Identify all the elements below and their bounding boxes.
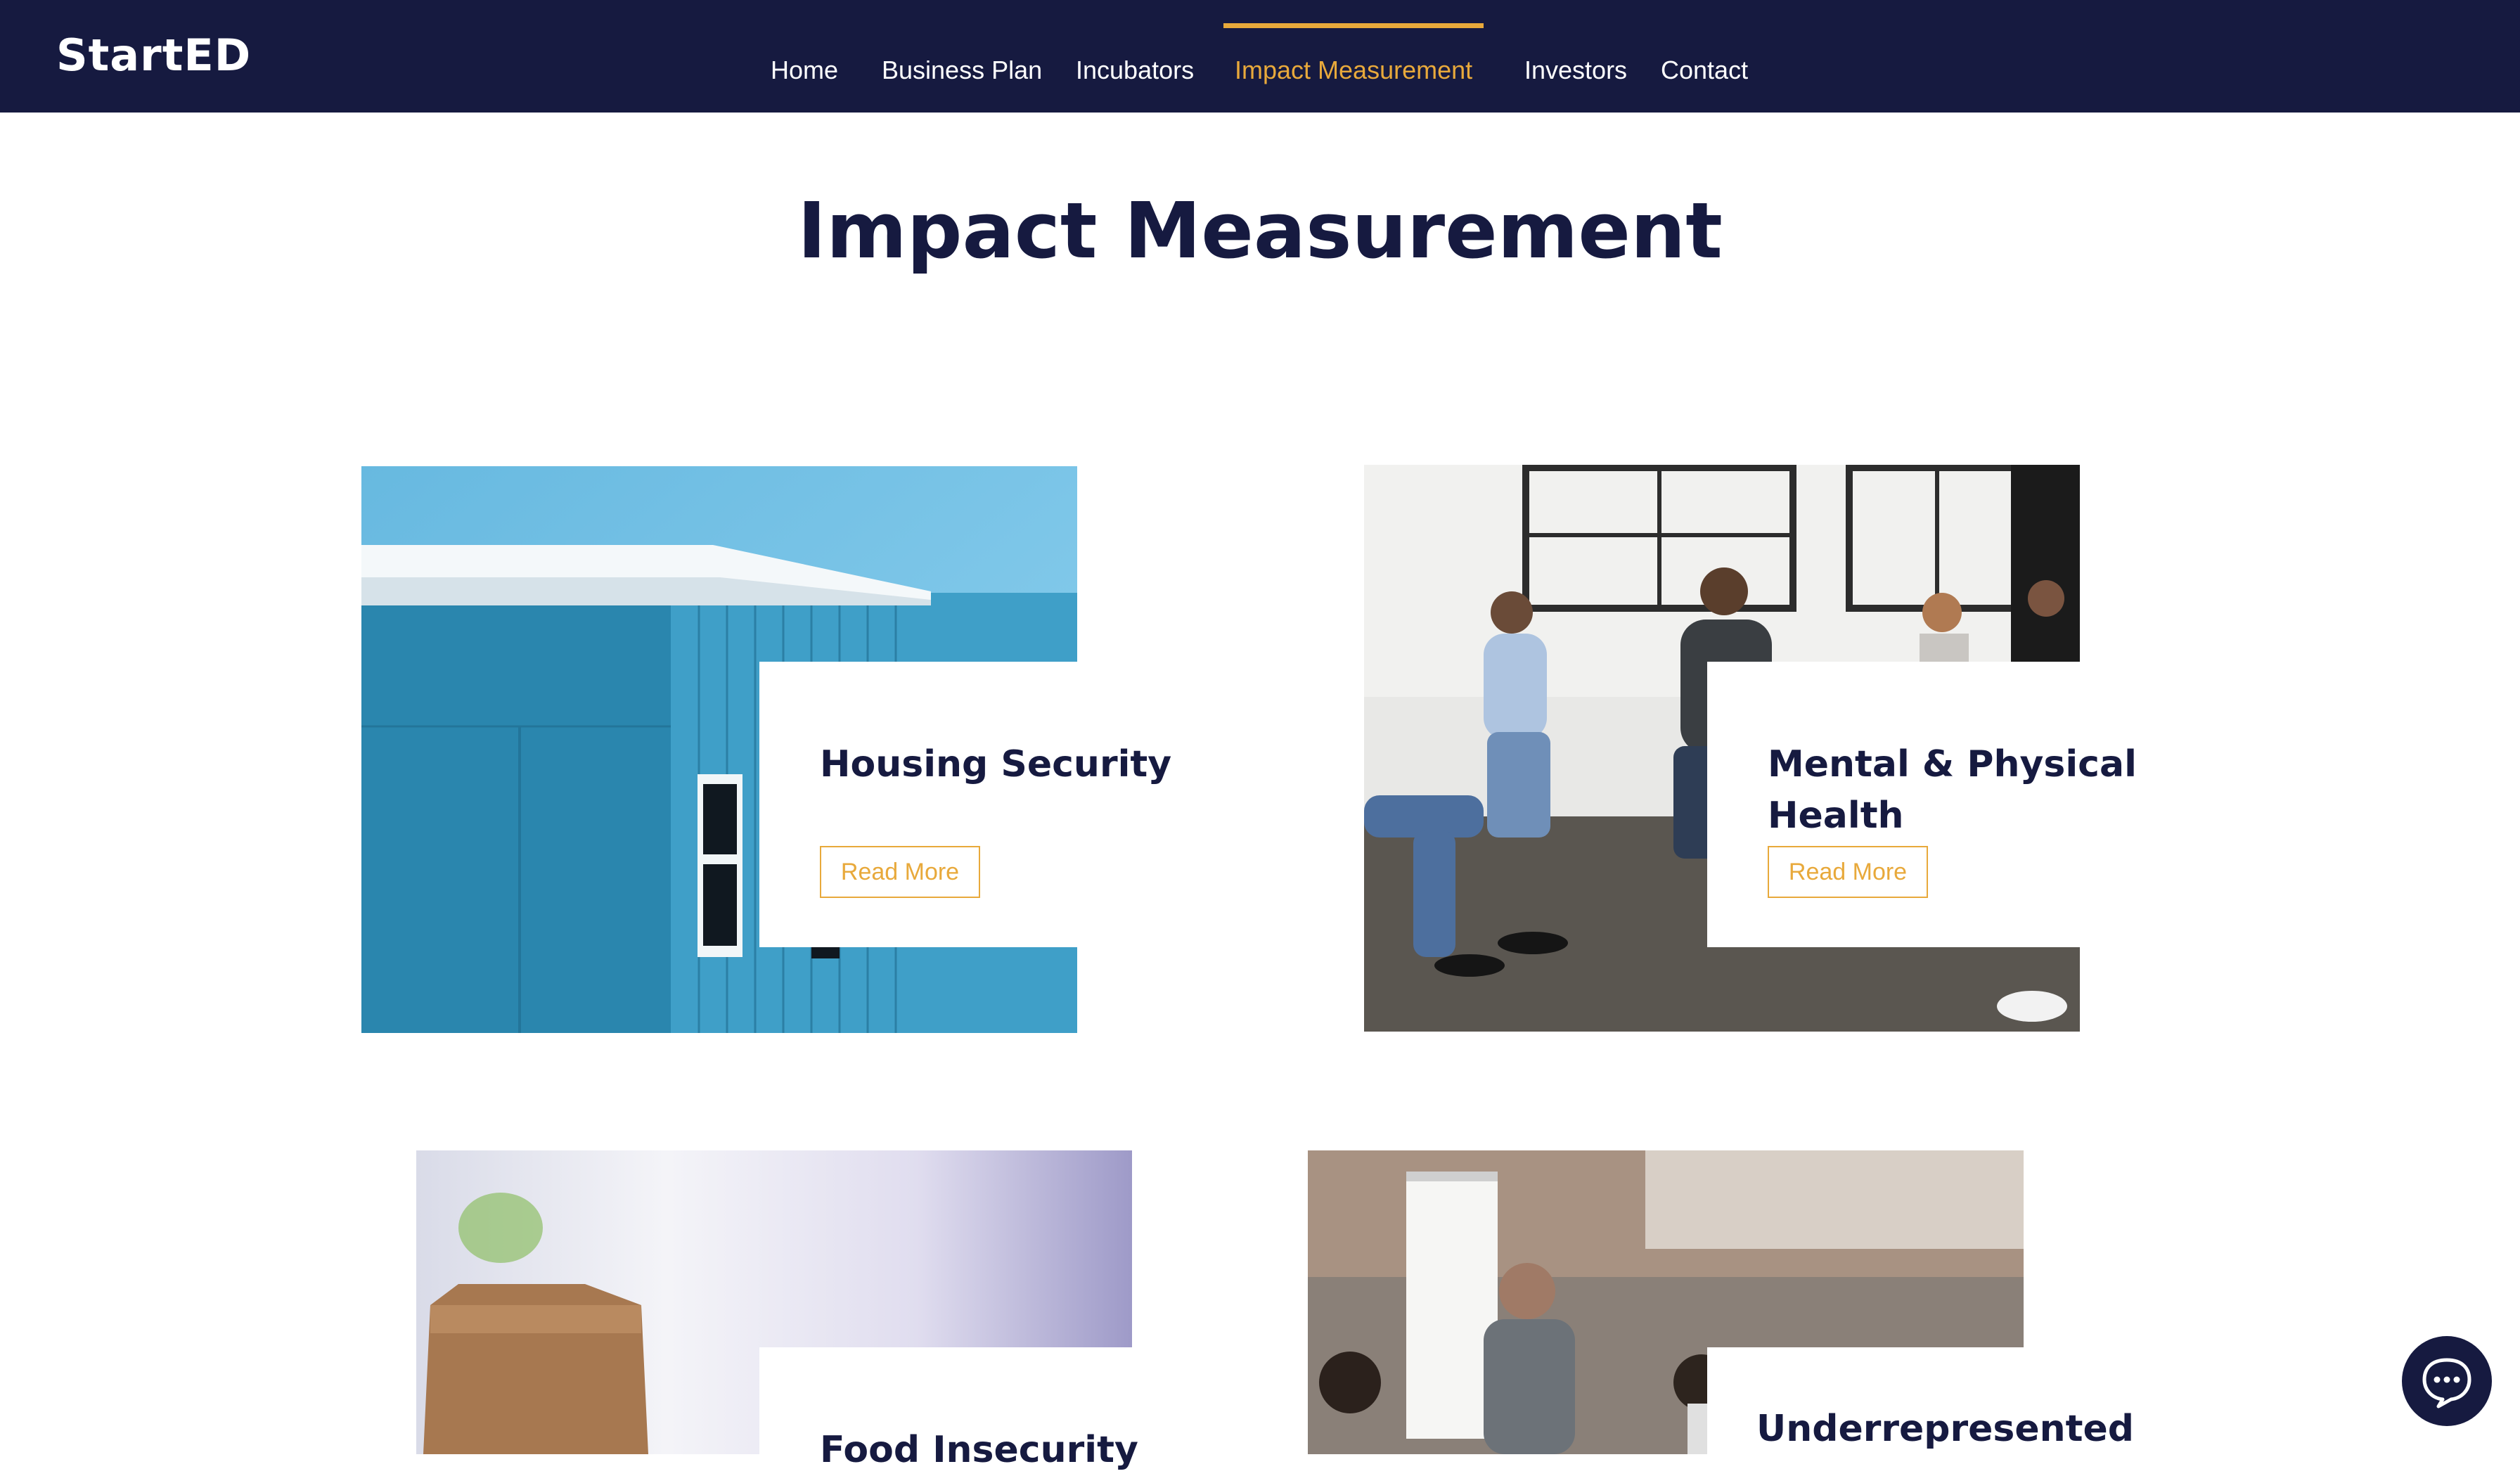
nav-impact-measurement[interactable]: Impact Measurement <box>1223 0 1484 113</box>
health-card-title: Mental & Physical Health <box>1768 739 2137 842</box>
nav-contact[interactable]: Contact <box>1650 0 1759 113</box>
housing-card-title: Housing Security <box>820 743 1172 785</box>
nav-incubators[interactable]: Incubators <box>1065 0 1205 113</box>
meeting-card-title: Underrepresented <box>1756 1408 2135 1450</box>
housing-read-more-button[interactable]: Read More <box>820 846 980 898</box>
page-title: Impact Measurement <box>797 186 1723 276</box>
nav-business-plan[interactable]: Business Plan <box>870 0 1053 113</box>
site-header: StartED Home Business Plan Incubators Im… <box>0 0 2520 113</box>
nav-home[interactable]: Home <box>759 0 849 113</box>
nav-investors[interactable]: Investors <box>1513 0 1638 113</box>
chat-bubble-icon <box>2422 1358 2471 1408</box>
health-read-more-button[interactable]: Read More <box>1768 846 1928 898</box>
health-card-title-line2: Health <box>1768 795 1904 837</box>
health-card-title-line1: Mental & Physical <box>1768 743 2137 785</box>
chat-button[interactable] <box>2402 1336 2492 1426</box>
housing-card-overlay <box>759 662 1139 947</box>
site-logo[interactable]: StartED <box>56 34 251 77</box>
food-card-title: Food Insecurity <box>820 1429 1138 1471</box>
